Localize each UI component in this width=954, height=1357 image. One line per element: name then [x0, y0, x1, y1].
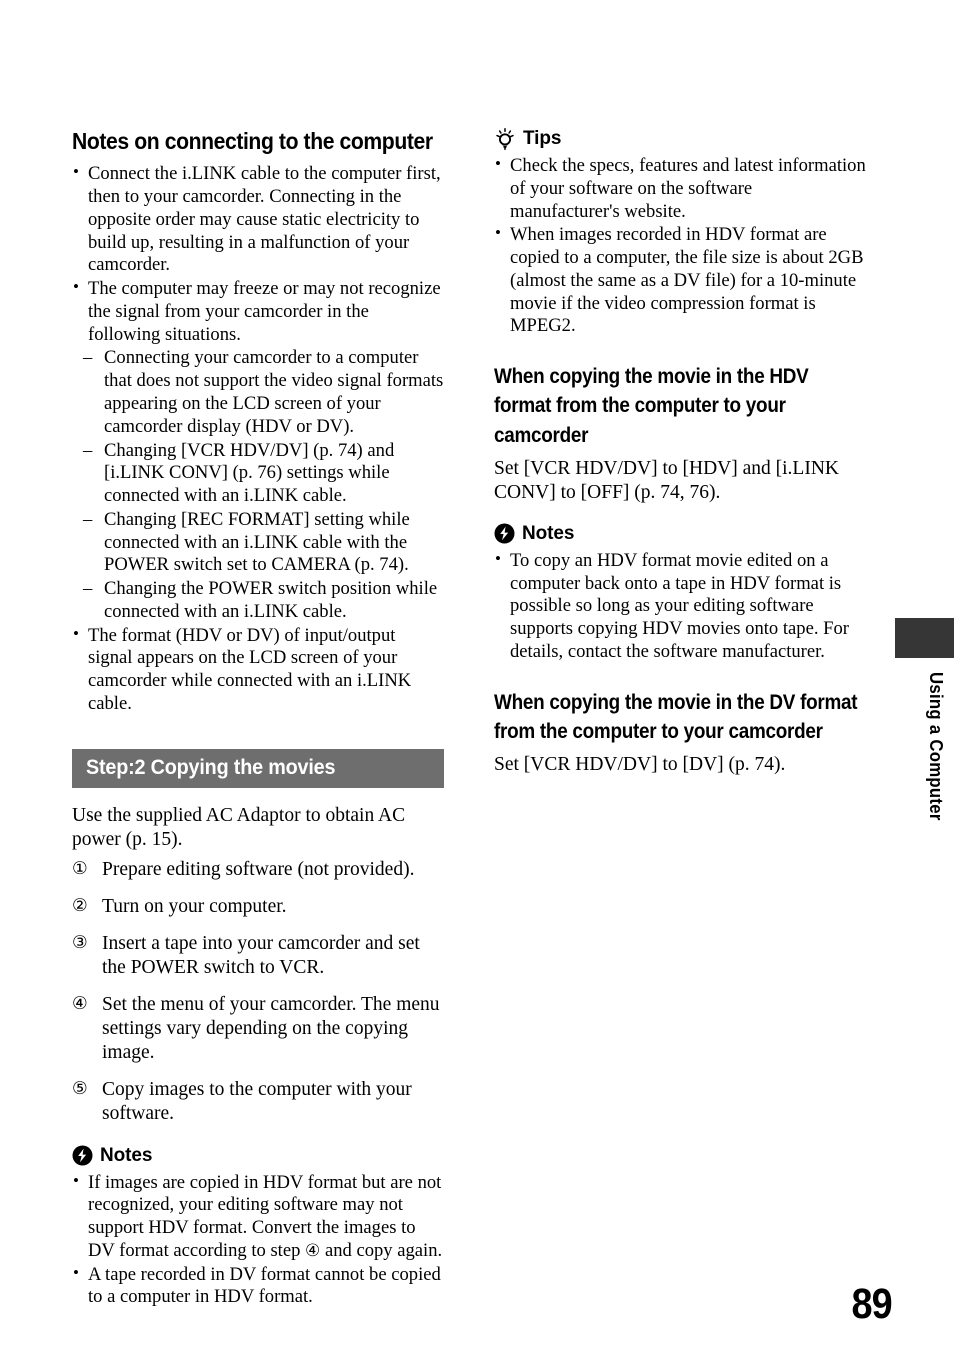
dv-copy-body: Set [VCR HDV/DV] to [DV] (p. 74). [494, 754, 786, 776]
list-item-text: The computer may freeze or may not recog… [88, 278, 441, 345]
dash-icon: – [83, 578, 93, 600]
section-banner-label: Step:2 Copying the movies [86, 754, 336, 779]
page-number: 89 [851, 1280, 893, 1328]
page-title: Notes on connecting to the computer [72, 128, 433, 154]
chapter-tab-marker [895, 618, 954, 658]
chapter-tab-label: Using a Computer [926, 672, 946, 821]
list-item: • Check the specs, features and latest i… [494, 154, 866, 223]
step-number: ② [72, 895, 88, 916]
list-item: • When images recorded in HDV format are… [494, 223, 866, 338]
list-item: • If images are copied in HDV format but… [72, 1170, 444, 1263]
list-item-text: Changing [VCR HDV/DV] (p. 74) and [i.LIN… [104, 439, 395, 507]
list-item: ② Turn on your computer. [72, 895, 444, 919]
notes-heading: Notes [494, 523, 866, 545]
tips-heading: Tips [494, 128, 866, 151]
step-number: ① [72, 858, 88, 879]
step-text: Insert a tape into your camcorder and se… [102, 933, 420, 979]
notes-label: Notes [100, 1144, 153, 1166]
list-item: ④ Set the menu of your camcorder. The me… [72, 993, 444, 1065]
bullet-icon: • [73, 1262, 79, 1282]
list-item-text: The format (HDV or DV) of input/output s… [88, 624, 412, 714]
hdv-copy-heading: When copying the movie in the HDV format… [494, 365, 809, 447]
list-item: • The computer may freeze or may not rec… [72, 277, 444, 346]
hdv-copy-body: Set [VCR HDV/DV] to [HDV] and [i.LINK CO… [494, 457, 839, 503]
list-item: – Changing [VCR HDV/DV] (p. 74) and [i.L… [83, 440, 444, 508]
right-column: Tips • Check the specs, features and lat… [494, 128, 866, 783]
copy-notes-list: • If images are copied in HDV format but… [72, 1170, 444, 1310]
dash-icon: – [83, 347, 93, 369]
bullet-icon: • [495, 223, 501, 243]
step-text: Set the menu of your camcorder. The menu… [102, 994, 440, 1064]
list-item: – Changing [REC FORMAT] setting while co… [83, 509, 444, 577]
list-item: ③ Insert a tape into your camcorder and … [72, 932, 444, 980]
list-item-text: To copy an HDV format movie edited on a … [510, 549, 849, 662]
step-number: ④ [72, 994, 88, 1015]
situations-sublist: – Connecting your camcorder to a compute… [72, 347, 444, 623]
list-item: • To copy an HDV format movie edited on … [494, 548, 866, 664]
list-item-text: When images recorded in HDV format are c… [510, 224, 864, 337]
section-banner: Step:2 Copying the movies [72, 748, 444, 788]
notes-lightning-icon [494, 523, 515, 544]
list-item: • A tape recorded in DV format cannot be… [72, 1262, 444, 1310]
step-number: ⑤ [72, 1079, 88, 1100]
connecting-notes-list: • Connect the i.LINK cable to the comput… [72, 162, 444, 346]
list-item-text: A tape recorded in DV format cannot be c… [88, 1263, 441, 1308]
inline-step-number: ④ [305, 1240, 321, 1261]
notes-heading: Notes [72, 1145, 444, 1167]
bullet-icon: • [73, 623, 79, 643]
dash-icon: – [83, 508, 93, 530]
tips-list: • Check the specs, features and latest i… [494, 154, 866, 338]
bullet-icon: • [73, 1170, 79, 1190]
list-item-text: If images are copied in HDV format but a… [88, 1171, 443, 1261]
notes-lightning-icon [72, 1145, 93, 1166]
tips-lightbulb-icon [494, 128, 516, 151]
list-item: – Changing the POWER switch position whi… [83, 578, 444, 624]
bullet-icon: • [495, 548, 501, 568]
format-note-list: • The format (HDV or DV) of input/output… [72, 623, 444, 716]
bullet-icon: • [73, 162, 79, 182]
list-item: • The format (HDV or DV) of input/output… [72, 623, 444, 716]
list-item: • Connect the i.LINK cable to the comput… [72, 162, 444, 277]
list-item: ⑤ Copy images to the computer with your … [72, 1078, 444, 1126]
bullet-icon: • [73, 277, 79, 297]
left-column: Notes on connecting to the computer • Co… [72, 128, 444, 1310]
notes-label: Notes [522, 522, 575, 544]
bullet-icon: • [495, 154, 501, 173]
list-item-text: Check the specs, features and latest inf… [510, 155, 866, 222]
list-item-text: Connect the i.LINK cable to the computer… [88, 163, 441, 276]
tips-label: Tips [523, 128, 562, 149]
step-text: Copy images to the computer with your so… [102, 1079, 412, 1125]
dv-copy-heading: When copying the movie in the DV format … [494, 690, 858, 743]
list-item-text: Changing [REC FORMAT] setting while conn… [104, 508, 410, 576]
hdv-notes-list: • To copy an HDV format movie edited on … [494, 548, 866, 664]
step-number: ③ [72, 933, 88, 953]
list-item-text: Connecting your camcorder to a computer … [104, 347, 444, 437]
dash-icon: – [83, 439, 93, 461]
list-item: – Connecting your camcorder to a compute… [83, 347, 444, 438]
list-item: ① Prepare editing software (not provided… [72, 858, 444, 882]
step-text: Turn on your computer. [102, 895, 287, 917]
intro-paragraph: Use the supplied AC Adaptor to obtain AC… [72, 804, 406, 850]
step-text: Prepare editing software (not provided). [102, 858, 415, 880]
copy-steps-list: ① Prepare editing software (not provided… [72, 858, 444, 1127]
list-item-text: Changing the POWER switch position while… [104, 578, 438, 622]
